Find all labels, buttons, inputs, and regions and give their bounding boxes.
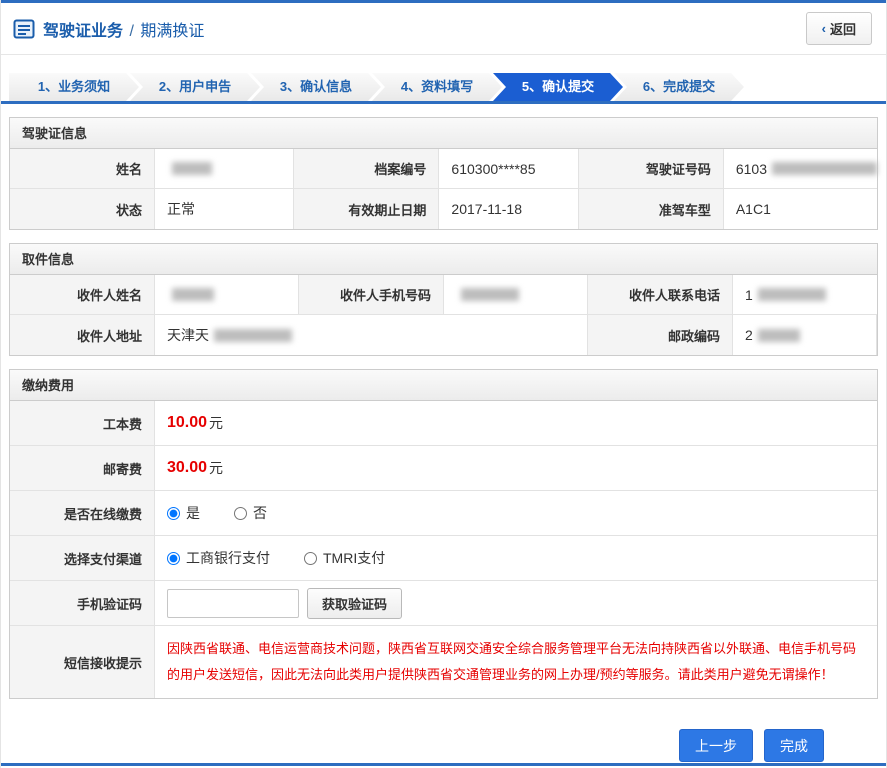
recipient-name-label: 收件人姓名 <box>10 275 155 315</box>
name-value <box>155 149 295 189</box>
get-captcha-button[interactable]: 获取验证码 <box>307 587 403 619</box>
status-value: 正常 <box>155 189 295 229</box>
step-complete-submit: 6、完成提交 <box>614 73 744 101</box>
production-fee-value: 10.00 元 <box>155 401 877 446</box>
online-pay-yes-label: 是 <box>186 505 200 521</box>
license-number-value: 6103 <box>723 149 877 189</box>
postal-code-prefix: 2 <box>745 327 753 343</box>
channel-tmri-option[interactable]: TMRI支付 <box>304 548 385 568</box>
license-info-section: 驾驶证信息 姓名 档案编号 610300****85 驾驶证号码 6103 状态… <box>9 117 878 230</box>
captcha-input[interactable] <box>167 588 299 618</box>
mailing-fee-label: 邮寄费 <box>10 446 155 491</box>
captcha-label: 手机验证码 <box>10 581 155 626</box>
subpage-title: 期满换证 <box>140 22 205 40</box>
sms-notice-cell: 因陕西省联通、电信运营商技术问题，陕西省互联网交通安全综合服务管理平台无法向持陕… <box>155 626 877 698</box>
back-chevron-icon: ‹ <box>821 21 826 36</box>
step-fill-data: 4、资料填写 <box>372 73 502 101</box>
redacted-value <box>214 328 292 342</box>
recipient-mobile-label: 收件人手机号码 <box>299 275 444 315</box>
sms-notice-label: 短信接收提示 <box>10 626 155 698</box>
step-label: 1、业务须知 <box>37 79 111 94</box>
bottom-accent-line <box>1 763 886 766</box>
channel-icbc-option[interactable]: 工商银行支付 <box>167 548 270 568</box>
sms-notice-text: 因陕西省联通、电信运营商技术问题，陕西省互联网交通安全综合服务管理平台无法向持陕… <box>167 641 857 682</box>
step-bar: 1、业务须知 2、用户申告 3、确认信息 4、资料填写 5、确认提交 6、完成提… <box>1 55 886 101</box>
production-fee-unit: 元 <box>209 415 224 431</box>
footer-actions: 上一步 完成 <box>1 699 886 762</box>
online-pay-yes-radio[interactable] <box>167 506 180 520</box>
recipient-phone-value: 1 <box>733 275 877 315</box>
status-label: 状态 <box>10 189 155 229</box>
vehicle-type-label: 准驾车型 <box>578 189 724 229</box>
redacted-value <box>172 288 214 301</box>
step-user-declaration: 2、用户申告 <box>130 73 260 101</box>
payment-channel-options: 工商银行支付 TMRI支付 <box>155 536 877 581</box>
license-number-prefix: 6103 <box>735 160 767 177</box>
redacted-value <box>757 288 826 301</box>
channel-tmri-label: TMRI支付 <box>323 550 386 566</box>
postal-code-label: 邮政编码 <box>588 315 733 355</box>
back-button[interactable]: ‹ 返回 <box>805 12 872 45</box>
online-pay-yes-option[interactable]: 是 <box>167 503 200 523</box>
step-business-notice: 1、业务须知 <box>9 73 139 101</box>
recipient-address-value: 天津天 <box>155 315 588 355</box>
payment-channel-label: 选择支付渠道 <box>10 536 155 581</box>
captcha-row: 获取验证码 <box>155 581 877 626</box>
recipient-mobile-value <box>444 275 588 315</box>
mailing-fee-amount: 30.00 <box>167 459 208 476</box>
steps-underline <box>1 101 886 104</box>
file-number-label: 档案编号 <box>294 149 440 189</box>
online-pay-no-radio[interactable] <box>234 506 247 520</box>
prev-step-button[interactable]: 上一步 <box>679 729 753 762</box>
name-label: 姓名 <box>10 149 155 189</box>
mailing-fee-value: 30.00 元 <box>155 446 877 491</box>
online-payment-options: 是 否 <box>155 491 877 536</box>
payment-section: 缴纳费用 工本费 10.00 元 邮寄费 30.00 元 是否在线缴费 是 否 选择… <box>9 369 878 699</box>
business-title: 驾驶证业务 <box>43 22 124 40</box>
finish-button[interactable]: 完成 <box>764 729 824 762</box>
page-title: 驾驶证业务 / 期满换证 <box>43 17 204 41</box>
expiry-label: 有效期止日期 <box>294 189 440 229</box>
title-separator: / <box>129 22 134 40</box>
step-confirm-submit: 5、确认提交 <box>493 73 623 101</box>
form-icon <box>13 18 35 40</box>
page-header: 驾驶证业务 / 期满换证 ‹ 返回 <box>1 3 886 55</box>
recipient-name-value <box>155 275 299 315</box>
step-label: 3、确认信息 <box>279 79 353 94</box>
channel-icbc-radio[interactable] <box>167 551 180 565</box>
recipient-phone-label: 收件人联系电话 <box>588 275 733 315</box>
step-label: 4、资料填写 <box>400 79 474 94</box>
recipient-address-label: 收件人地址 <box>10 315 155 355</box>
license-number-label: 驾驶证号码 <box>578 149 724 189</box>
channel-tmri-radio[interactable] <box>304 551 317 565</box>
redacted-value <box>757 328 800 342</box>
online-payment-label: 是否在线缴费 <box>10 491 155 536</box>
postal-code-value: 2 <box>733 315 877 355</box>
step-label: 6、完成提交 <box>642 79 716 94</box>
payment-section-title: 缴纳费用 <box>10 370 877 401</box>
channel-icbc-label: 工商银行支付 <box>186 550 270 566</box>
online-pay-no-option[interactable]: 否 <box>234 503 267 523</box>
production-fee-amount: 10.00 <box>167 414 208 431</box>
pickup-info-section: 取件信息 收件人姓名 收件人手机号码 收件人联系电话 1 收件人地址 天津天 邮… <box>9 243 878 356</box>
redacted-value <box>461 288 519 301</box>
redacted-value <box>172 162 212 175</box>
file-number-value: 610300****85 <box>439 149 579 189</box>
step-label: 2、用户申告 <box>158 79 232 94</box>
recipient-phone-prefix: 1 <box>745 286 753 303</box>
step-confirm-info: 3、确认信息 <box>251 73 381 101</box>
online-pay-no-label: 否 <box>253 505 267 521</box>
license-section-title: 驾驶证信息 <box>10 118 877 149</box>
mailing-fee-unit: 元 <box>209 460 224 476</box>
recipient-address-prefix: 天津天 <box>167 327 209 343</box>
production-fee-label: 工本费 <box>10 401 155 446</box>
pickup-section-title: 取件信息 <box>10 244 877 275</box>
expiry-value: 2017-11-18 <box>439 189 579 229</box>
redacted-value <box>772 162 877 175</box>
step-label: 5、确认提交 <box>521 79 595 94</box>
back-label: 返回 <box>829 22 856 37</box>
vehicle-type-value: A1C1 <box>723 189 877 229</box>
